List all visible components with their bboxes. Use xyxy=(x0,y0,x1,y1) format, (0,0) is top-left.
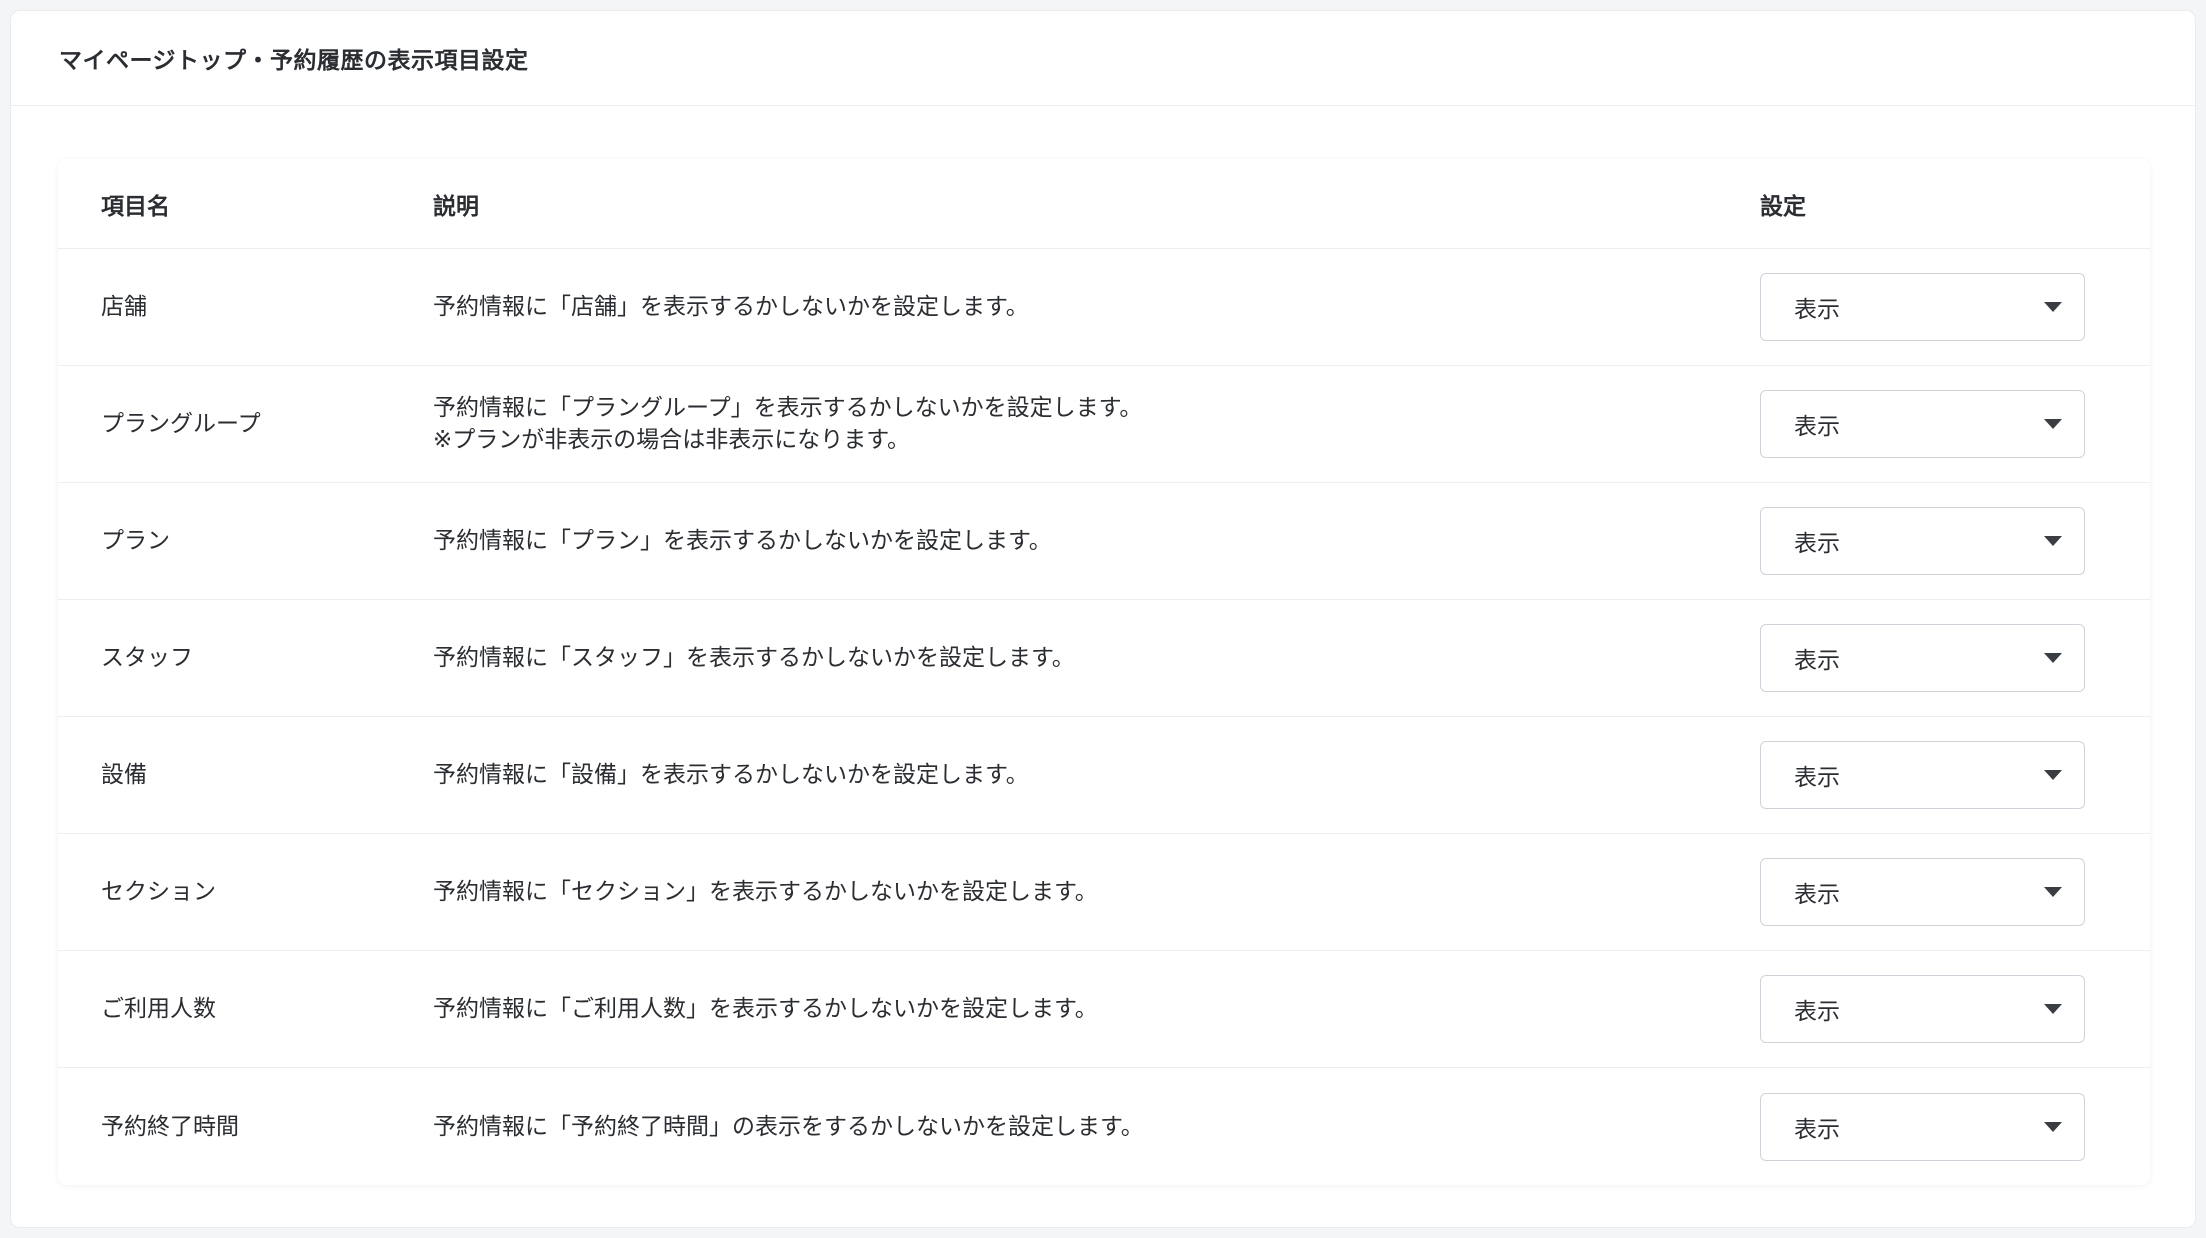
item-setting: 表示 xyxy=(1760,975,2150,1043)
chevron-down-icon xyxy=(2044,653,2062,663)
display-setting-select[interactable]: 表示 xyxy=(1760,390,2085,458)
item-name: セクション xyxy=(101,879,216,905)
table-row: 予約終了時間 予約情報に「予約終了時間」の表示をするかしないかを設定します。 表示 xyxy=(58,1068,2150,1185)
description-line: 予約情報に「設備」を表示するかしないかを設定します。 xyxy=(433,762,1029,788)
select-value: 表示 xyxy=(1794,882,1840,908)
settings-table: 項目名 説明 設定 店舗 予約情報に「店舗」を表示するかしないかを設定します。 表示… xyxy=(58,159,2150,1185)
settings-card: マイページトップ・予約履歴の表示項目設定 項目名 説明 設定 店舗 予約情報に「店… xyxy=(10,10,2196,1228)
chevron-down-icon xyxy=(2044,419,2062,429)
item-description: 予約情報に「設備」を表示するかしないかを設定します。 xyxy=(433,759,1760,791)
display-setting-select[interactable]: 表示 xyxy=(1760,273,2085,341)
description-line: ※プランが非表示の場合は非表示になります。 xyxy=(433,427,910,453)
select-value: 表示 xyxy=(1794,297,1840,323)
description-line: 予約情報に「予約終了時間」の表示をするかしないかを設定します。 xyxy=(433,1113,1144,1140)
select-value: 表示 xyxy=(1794,414,1840,440)
item-name: 予約終了時間 xyxy=(101,1113,239,1140)
chevron-down-icon xyxy=(2044,302,2062,312)
item-name: プラングループ xyxy=(101,411,261,437)
select-value: 表示 xyxy=(1794,648,1840,674)
table-row: セクション 予約情報に「セクション」を表示するかしないかを設定します。 表示 xyxy=(58,834,2150,951)
description-line: 予約情報に「ご利用人数」を表示するかしないかを設定します。 xyxy=(433,996,1098,1022)
item-name: ご利用人数 xyxy=(101,996,216,1022)
item-description: 予約情報に「店舗」を表示するかしないかを設定します。 xyxy=(433,291,1760,323)
description-line: 予約情報に「セクション」を表示するかしないかを設定します。 xyxy=(433,879,1098,905)
item-description: 予約情報に「ご利用人数」を表示するかしないかを設定します。 xyxy=(433,993,1760,1025)
chevron-down-icon xyxy=(2044,1004,2062,1014)
header-setting: 設定 xyxy=(1760,193,1806,220)
page-title: マイページトップ・予約履歴の表示項目設定 xyxy=(59,48,529,74)
description-line: 予約情報に「プラングループ」を表示するかしないかを設定します。 xyxy=(433,395,1143,421)
item-setting: 表示 xyxy=(1760,1092,2150,1161)
display-setting-select[interactable]: 表示 xyxy=(1760,741,2085,809)
item-setting: 表示 xyxy=(1760,624,2150,692)
table-body: 店舗 予約情報に「店舗」を表示するかしないかを設定します。 表示 プラングループ 予約情… xyxy=(58,249,2150,1185)
item-name: スタッフ xyxy=(101,645,193,671)
header-item-name: 項目名 xyxy=(101,193,170,220)
table-row: ご利用人数 予約情報に「ご利用人数」を表示するかしないかを設定します。 表示 xyxy=(58,951,2150,1068)
table-header-row: 項目名 説明 設定 xyxy=(58,159,2150,249)
item-name: 設備 xyxy=(101,762,147,788)
select-value: 表示 xyxy=(1794,999,1840,1025)
display-setting-select[interactable]: 表示 xyxy=(1760,624,2085,692)
item-setting: 表示 xyxy=(1760,273,2150,341)
select-value: 表示 xyxy=(1794,1116,1840,1143)
chevron-down-icon xyxy=(2044,770,2062,780)
item-description: 予約情報に「セクション」を表示するかしないかを設定します。 xyxy=(433,876,1760,908)
table-row: 店舗 予約情報に「店舗」を表示するかしないかを設定します。 表示 xyxy=(58,249,2150,366)
item-name: プラン xyxy=(101,528,170,554)
display-setting-select[interactable]: 表示 xyxy=(1760,507,2085,575)
item-setting: 表示 xyxy=(1760,858,2150,926)
select-value: 表示 xyxy=(1794,531,1840,557)
item-setting: 表示 xyxy=(1760,741,2150,809)
item-description: 予約情報に「予約終了時間」の表示をするかしないかを設定します。 xyxy=(433,1111,1760,1143)
table-row: プラン 予約情報に「プラン」を表示するかしないかを設定します。 表示 xyxy=(58,483,2150,600)
description-line: 予約情報に「店舗」を表示するかしないかを設定します。 xyxy=(433,294,1029,320)
table-row: 設備 予約情報に「設備」を表示するかしないかを設定します。 表示 xyxy=(58,717,2150,834)
display-setting-select[interactable]: 表示 xyxy=(1760,858,2085,926)
chevron-down-icon xyxy=(2044,1121,2062,1132)
item-description: 予約情報に「プラン」を表示するかしないかを設定します。 xyxy=(433,525,1760,557)
item-setting: 表示 xyxy=(1760,390,2150,458)
item-description: 予約情報に「スタッフ」を表示するかしないかを設定します。 xyxy=(433,642,1760,674)
card-header: マイページトップ・予約履歴の表示項目設定 xyxy=(11,11,2195,106)
item-description: 予約情報に「プラングループ」を表示するかしないかを設定します。 ※プランが非表示の… xyxy=(433,392,1760,456)
chevron-down-icon xyxy=(2044,536,2062,546)
chevron-down-icon xyxy=(2044,887,2062,897)
table-row: スタッフ 予約情報に「スタッフ」を表示するかしないかを設定します。 表示 xyxy=(58,600,2150,717)
description-line: 予約情報に「プラン」を表示するかしないかを設定します。 xyxy=(433,528,1052,554)
display-setting-select[interactable]: 表示 xyxy=(1760,975,2085,1043)
display-setting-select[interactable]: 表示 xyxy=(1760,1092,2085,1161)
select-value: 表示 xyxy=(1794,765,1840,791)
description-line: 予約情報に「スタッフ」を表示するかしないかを設定します。 xyxy=(433,645,1075,671)
header-description: 説明 xyxy=(433,193,479,220)
item-name: 店舗 xyxy=(101,294,147,320)
item-setting: 表示 xyxy=(1760,507,2150,575)
table-row: プラングループ 予約情報に「プラングループ」を表示するかしないかを設定します。 ※プ… xyxy=(58,366,2150,483)
